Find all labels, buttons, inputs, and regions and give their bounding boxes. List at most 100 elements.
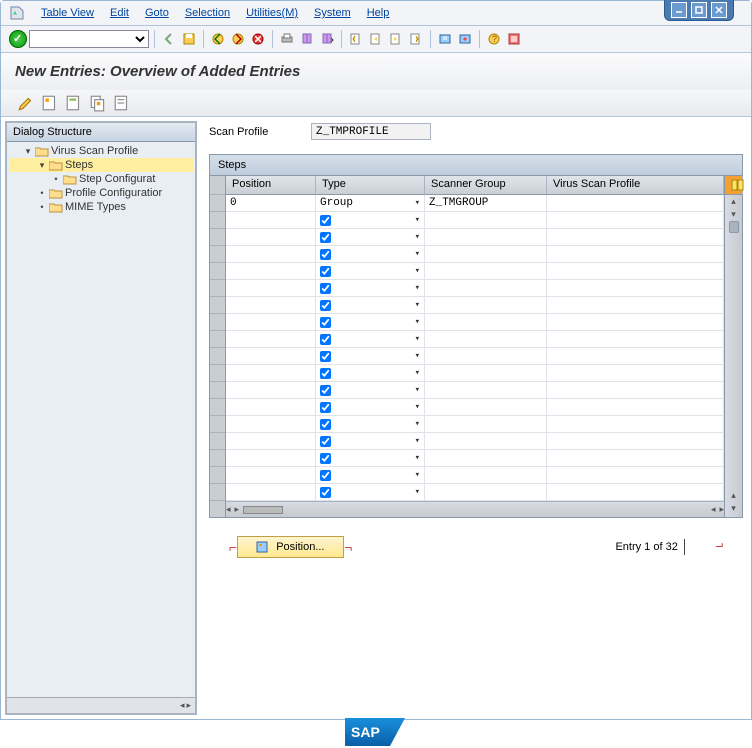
change-icon[interactable] <box>17 94 35 112</box>
menu-table-view[interactable]: Table View <box>41 7 94 19</box>
cell-type[interactable]: ▾ <box>316 348 425 365</box>
dropdown-icon[interactable]: ▾ <box>415 470 420 480</box>
scroll-right-icon[interactable]: ▸ <box>186 700 191 711</box>
cell-type[interactable]: ▾ <box>316 416 425 433</box>
cell-scanner-group[interactable] <box>425 450 547 467</box>
cell-position[interactable] <box>226 399 316 416</box>
col-virus-scan-profile[interactable]: Virus Scan Profile <box>547 176 724 195</box>
cell-type[interactable]: ▾ <box>316 450 425 467</box>
tree-profile-config[interactable]: • Profile Configuratior <box>9 186 193 200</box>
row-selector[interactable] <box>210 433 225 450</box>
cell-position[interactable] <box>226 382 316 399</box>
scroll-left-icon[interactable]: ◂ <box>180 700 185 711</box>
collapse-icon[interactable]: ▾ <box>23 146 33 157</box>
collapse-icon[interactable]: ▾ <box>37 160 47 171</box>
cell-vsp[interactable] <box>547 416 724 433</box>
row-selector[interactable] <box>210 212 225 229</box>
type-checkbox[interactable] <box>320 334 331 345</box>
type-checkbox[interactable] <box>320 317 331 328</box>
last-page-icon[interactable] <box>407 30 425 48</box>
exit-icon[interactable] <box>209 30 227 48</box>
help-icon[interactable]: ? <box>485 30 503 48</box>
type-checkbox[interactable] <box>320 266 331 277</box>
cell-scanner-group[interactable] <box>425 263 547 280</box>
row-selector[interactable] <box>210 263 225 280</box>
dropdown-icon[interactable]: ▾ <box>415 334 420 344</box>
cell-type[interactable]: ▾ <box>316 297 425 314</box>
col-position[interactable]: Position <box>226 176 316 195</box>
scroll-down-icon[interactable]: ▾ <box>731 503 736 514</box>
cell-vsp[interactable] <box>547 450 724 467</box>
cell-vsp[interactable] <box>547 212 724 229</box>
cell-type[interactable]: ▾ <box>316 467 425 484</box>
tree-step-config[interactable]: • Step Configurat <box>9 172 193 186</box>
tree-virus-scan-profile[interactable]: ▾ Virus Scan Profile <box>9 144 193 158</box>
find-next-icon[interactable] <box>318 30 336 48</box>
dropdown-icon[interactable]: ▾ <box>415 317 420 327</box>
cell-vsp[interactable] <box>547 382 724 399</box>
row-selector[interactable] <box>210 365 225 382</box>
config-column-icon[interactable] <box>725 176 743 195</box>
row-selector[interactable] <box>210 450 225 467</box>
cancel-icon[interactable] <box>229 30 247 48</box>
cell-type[interactable]: ▾ <box>316 280 425 297</box>
row-selector[interactable] <box>210 331 225 348</box>
cell-type[interactable]: ▾ <box>316 365 425 382</box>
row-selector[interactable] <box>210 246 225 263</box>
row-selector[interactable] <box>210 195 225 212</box>
cell-position[interactable] <box>226 484 316 501</box>
cell-position[interactable] <box>226 365 316 382</box>
row-selector[interactable] <box>210 314 225 331</box>
generate-session-icon[interactable] <box>456 30 474 48</box>
cell-type[interactable]: ▾ <box>316 331 425 348</box>
type-checkbox[interactable] <box>320 436 331 447</box>
minimize-button[interactable] <box>671 2 687 18</box>
cell-scanner-group[interactable] <box>425 348 547 365</box>
menu-app-icon[interactable] <box>9 5 25 21</box>
row-selector[interactable] <box>210 416 225 433</box>
cell-position[interactable] <box>226 416 316 433</box>
type-checkbox[interactable] <box>320 453 331 464</box>
type-checkbox[interactable] <box>320 215 331 226</box>
row-selector[interactable] <box>210 484 225 501</box>
print-icon[interactable] <box>278 30 296 48</box>
col-type[interactable]: Type <box>316 176 425 195</box>
next-page-icon[interactable] <box>387 30 405 48</box>
scan-profile-input[interactable] <box>311 123 431 140</box>
cell-type[interactable]: Group▾ <box>316 195 425 212</box>
col-scanner-group[interactable]: Scanner Group <box>425 176 547 195</box>
cell-position[interactable] <box>226 331 316 348</box>
cell-vsp[interactable] <box>547 467 724 484</box>
tree-mime-types[interactable]: • MIME Types <box>9 200 193 214</box>
cell-scanner-group[interactable] <box>425 365 547 382</box>
type-checkbox[interactable] <box>320 470 331 481</box>
cell-type[interactable]: ▾ <box>316 314 425 331</box>
type-checkbox[interactable] <box>320 232 331 243</box>
back-icon[interactable] <box>160 30 178 48</box>
find-icon[interactable] <box>298 30 316 48</box>
customize-icon[interactable] <box>505 30 523 48</box>
cell-scanner-group[interactable] <box>425 382 547 399</box>
cell-position[interactable] <box>226 314 316 331</box>
position-button[interactable]: Position... <box>237 536 343 558</box>
cell-vsp[interactable] <box>547 280 724 297</box>
tree-steps[interactable]: ▾ Steps <box>9 158 193 172</box>
select-all-icon[interactable] <box>41 94 59 112</box>
type-checkbox[interactable] <box>320 283 331 294</box>
cell-scanner-group[interactable] <box>425 280 547 297</box>
cell-position[interactable] <box>226 433 316 450</box>
close-button[interactable] <box>711 2 727 18</box>
dropdown-icon[interactable]: ▾ <box>415 419 420 429</box>
menu-utilities[interactable]: Utilities(M) <box>246 7 298 19</box>
cell-vsp[interactable] <box>547 246 724 263</box>
cell-vsp[interactable] <box>547 484 724 501</box>
config-icon[interactable] <box>113 94 131 112</box>
cell-scanner-group[interactable] <box>425 467 547 484</box>
dropdown-icon[interactable]: ▾ <box>415 453 420 463</box>
dropdown-icon[interactable]: ▾ <box>415 249 420 259</box>
cell-type[interactable]: ▾ <box>316 263 425 280</box>
type-checkbox[interactable] <box>320 351 331 362</box>
dropdown-icon[interactable]: ▾ <box>415 402 420 412</box>
dropdown-icon[interactable]: ▾ <box>415 487 420 497</box>
cell-scanner-group[interactable] <box>425 212 547 229</box>
